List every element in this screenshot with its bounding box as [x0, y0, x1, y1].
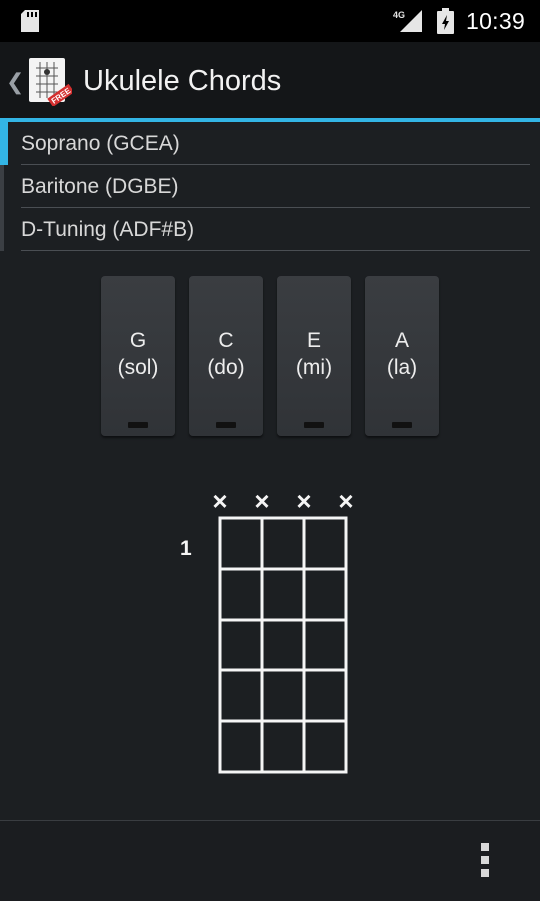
chevron-left-icon[interactable]: ❮ — [6, 69, 24, 95]
fretboard-outline — [218, 516, 348, 774]
muted-string-mark: × — [254, 486, 269, 516]
tuning-item-d-tuning[interactable]: D-Tuning (ADF#B) — [0, 208, 540, 251]
sd-card-icon — [21, 10, 39, 32]
tuning-label: Soprano (GCEA) — [21, 132, 180, 155]
note-letter: G — [129, 329, 147, 352]
note-indicator — [216, 422, 236, 428]
muted-string-mark: × — [338, 486, 353, 516]
list-edge — [0, 208, 4, 251]
note-button-e[interactable]: E (mi) — [277, 276, 351, 436]
tuning-label: D-Tuning (ADF#B) — [21, 218, 195, 241]
battery-icon — [437, 8, 454, 34]
note-button-c[interactable]: C (do) — [189, 276, 263, 436]
note-indicator — [128, 422, 148, 428]
list-edge — [0, 165, 4, 208]
note-solfege: (do) — [207, 356, 245, 379]
note-button-g[interactable]: G (sol) — [101, 276, 175, 436]
app-logo-icon[interactable]: FREE — [26, 56, 72, 106]
note-letter: E — [306, 329, 321, 352]
note-solfege: (la) — [386, 356, 418, 379]
note-letter: C — [218, 329, 234, 352]
divider — [21, 250, 530, 251]
selection-indicator — [0, 122, 8, 165]
string-note-buttons: G (sol) C (do) E (mi) A (la) — [101, 276, 441, 438]
network-label: 4G — [393, 10, 405, 20]
note-indicator — [392, 422, 412, 428]
tuning-item-soprano[interactable]: Soprano (GCEA) — [0, 122, 540, 165]
app-title: Ukulele Chords — [83, 65, 282, 97]
tuning-list: Soprano (GCEA) Baritone (DGBE) D-Tuning … — [0, 122, 540, 251]
overflow-menu-icon[interactable] — [470, 841, 500, 881]
note-indicator — [304, 422, 324, 428]
tuning-item-baritone[interactable]: Baritone (DGBE) — [0, 165, 540, 208]
status-clock: 10:39 — [466, 8, 526, 34]
status-bar: 4G 10:39 — [0, 0, 540, 42]
signal-icon: 4G — [393, 10, 422, 32]
chord-diagram[interactable]: 1 × × × × — [170, 484, 390, 784]
note-button-a[interactable]: A (la) — [365, 276, 439, 436]
fretboard-grid: × × × × — [212, 486, 354, 774]
note-solfege: (sol) — [117, 356, 159, 379]
bottom-bar — [0, 820, 540, 901]
note-letter: A — [394, 329, 409, 352]
muted-string-mark: × — [296, 486, 311, 516]
tuning-label: Baritone (DGBE) — [21, 175, 179, 198]
note-solfege: (mi) — [295, 356, 333, 379]
action-bar: ❮ FREE Ukulele Chords — [0, 42, 540, 120]
muted-string-mark: × — [212, 486, 227, 516]
